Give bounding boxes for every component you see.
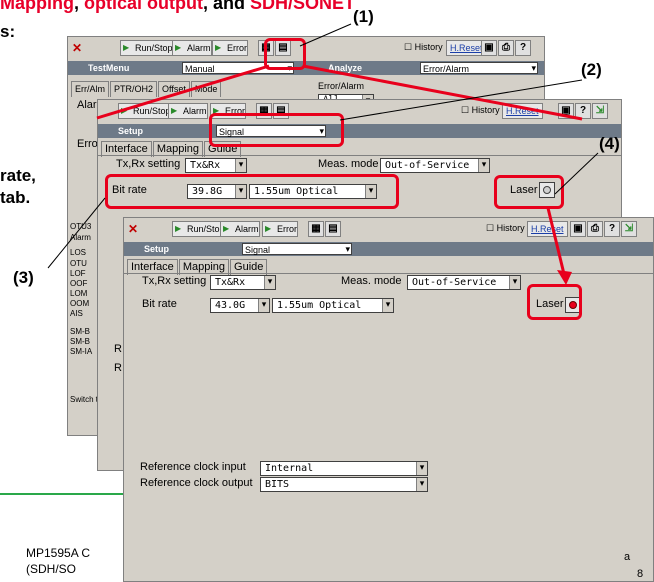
footer-line1: MP1595A C: [26, 546, 91, 560]
callout-3-leader: [47, 197, 106, 269]
page-number: 8: [637, 568, 644, 580]
footer-fragment: a: [624, 551, 631, 563]
callout-1-leader: [299, 23, 352, 47]
callout-lines: [47, 23, 599, 285]
zoom-line-right: [302, 64, 583, 121]
callout-4: (4): [599, 134, 620, 153]
zoom-line-left: [96, 64, 270, 120]
callout-3: (3): [13, 268, 34, 287]
callout-1: (1): [353, 7, 374, 26]
callout-2-leader: [339, 79, 583, 121]
footer-line2: (SDH/SO: [26, 562, 77, 576]
laser-arrow-head: [557, 270, 572, 285]
callout-4-leader: [554, 152, 599, 195]
laser-arrow-line: [546, 207, 566, 275]
callout-2: (2): [581, 60, 602, 79]
